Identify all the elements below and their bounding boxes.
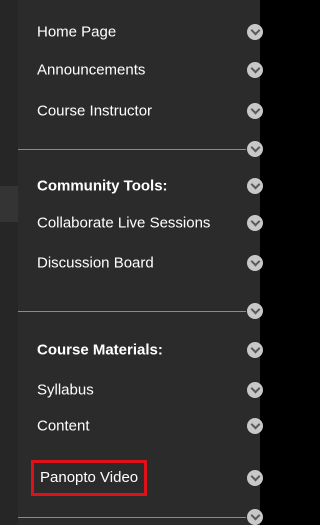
menu-item-announcements[interactable]: Announcements <box>0 51 263 89</box>
chevron-down-icon[interactable] <box>247 62 263 78</box>
chevron-down-icon[interactable] <box>247 178 263 194</box>
menu-item-syllabus[interactable]: Syllabus <box>0 371 263 409</box>
chevron-down-icon[interactable] <box>247 342 263 358</box>
chevron-down-icon[interactable] <box>247 470 263 486</box>
menu-item-discussion-board[interactable]: Discussion Board <box>0 244 263 282</box>
chevron-down-icon[interactable] <box>247 255 263 271</box>
menu-item-label[interactable]: Home Page <box>37 24 116 41</box>
chevron-down-icon[interactable] <box>247 215 263 231</box>
menu-item-panopto-video[interactable]: Panopto Video <box>0 459 263 497</box>
menu-item-label[interactable]: Discussion Board <box>37 255 154 272</box>
menu-item-label[interactable]: Syllabus <box>37 382 94 399</box>
menu-item-content[interactable]: Content <box>0 407 263 445</box>
menu-header-course-materials: Course Materials: <box>0 331 263 369</box>
chevron-down-icon[interactable] <box>247 382 263 398</box>
menu-item-label[interactable]: Collaborate Live Sessions <box>37 215 210 232</box>
chevron-down-icon[interactable] <box>247 103 263 119</box>
chevron-down-icon[interactable] <box>247 24 263 40</box>
chevron-down-icon[interactable] <box>247 418 263 434</box>
menu-divider <box>18 311 246 312</box>
menu-divider <box>18 517 246 518</box>
menu-header-community-tools: Community Tools: <box>0 167 263 205</box>
menu-header-label: Course Materials: <box>37 341 163 359</box>
menu-item-label[interactable]: Content <box>37 418 90 435</box>
menu-header-label: Community Tools: <box>37 177 168 195</box>
menu-item-home-page[interactable]: Home Page <box>0 13 263 51</box>
menu-item-label[interactable]: Announcements <box>37 62 145 79</box>
chevron-down-icon[interactable] <box>247 303 263 319</box>
chevron-down-icon[interactable] <box>247 141 263 157</box>
menu-item-label[interactable]: Course Instructor <box>37 103 152 120</box>
menu-item-collaborate-live-sessions[interactable]: Collaborate Live Sessions <box>0 204 263 242</box>
chevron-down-icon[interactable] <box>247 509 263 525</box>
menu-item-label[interactable]: Panopto Video <box>31 460 148 496</box>
menu-divider <box>18 149 246 150</box>
menu-item-course-instructor[interactable]: Course Instructor <box>0 92 263 130</box>
course-menu: Home Page Announcements Course Instructo… <box>0 0 263 525</box>
